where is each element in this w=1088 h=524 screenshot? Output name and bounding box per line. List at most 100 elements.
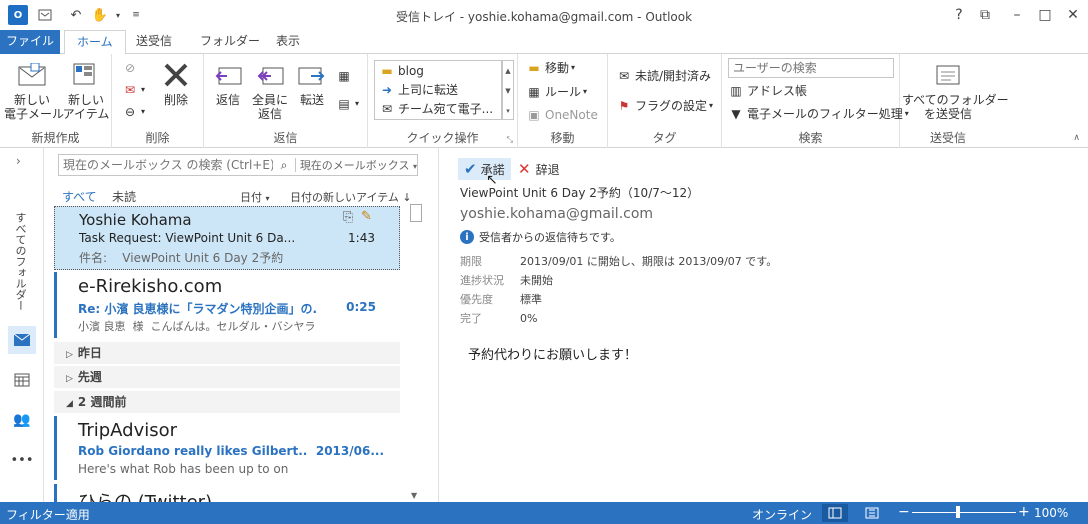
collapse-arrow-icon: ▷ — [66, 374, 73, 384]
normal-view-icon[interactable] — [822, 504, 848, 522]
scroll-thumb[interactable] — [410, 204, 422, 222]
message-preview: Here's what Rob has been up to on — [78, 462, 289, 476]
group-header-two-weeks-ago[interactable]: ◢ 2 週間前 — [54, 391, 400, 413]
rules-button[interactable]: ▦ ルール ▾ — [526, 82, 587, 102]
close-button[interactable]: ✕ — [1058, 4, 1088, 26]
zoom-slider-thumb[interactable] — [956, 506, 960, 518]
message-item[interactable]: ひらの (Twitter) — [54, 484, 400, 502]
message-subject: Re: 小濱 良恵様に「ラマダン特別企画」の... — [78, 302, 318, 316]
reading-pane: ✔ 承諾 ✕ 辞退 ↖ ViewPoint Unit 6 Day 2予約（10/7〜… — [440, 148, 1088, 502]
group-header-last-week[interactable]: ▷ 先週 — [54, 366, 400, 388]
message-item[interactable]: Yoshie Kohama ⎘ ✎ Task Request: ViewPoin… — [54, 206, 400, 270]
mail-nav-icon[interactable] — [8, 326, 36, 354]
sort-by-dropdown[interactable]: 日付 ▾ — [240, 189, 270, 205]
delete-icon — [160, 60, 192, 90]
message-list-scrollbar[interactable]: ▼ — [408, 200, 424, 500]
junk-button[interactable]: ⊖ ▾ — [122, 102, 145, 122]
tab-home[interactable]: ホーム — [64, 30, 126, 55]
message-preview: 小濱 良恵 様 こんばんは。セルダル・バシヤラ — [78, 320, 316, 333]
clean-up-button[interactable]: ✉ ▾ — [122, 80, 145, 100]
decline-button[interactable]: ✕ 辞退 — [514, 158, 564, 180]
address-book-icon: ▥ — [730, 84, 742, 98]
more-nav-icon[interactable]: ••• — [8, 446, 36, 474]
maximize-button[interactable]: □ — [1030, 4, 1060, 26]
address-book-button[interactable]: ▥ アドレス帳 — [728, 81, 807, 101]
delete-button[interactable]: 削除 — [158, 60, 194, 107]
message-item[interactable]: TripAdvisor Rob Giordano really likes Gi… — [54, 416, 400, 480]
navigation-rail: › すべてのフォルダー 👥 ••• — [0, 148, 44, 502]
info-text: 受信者からの返信待ちです。 — [479, 231, 621, 244]
tab-file[interactable]: ファイル — [0, 30, 60, 54]
quick-step-forward-boss[interactable]: ➜ 上司に転送 — [379, 80, 458, 100]
tab-send-receive[interactable]: 送受信 — [124, 30, 184, 54]
expand-folder-pane-icon[interactable]: › — [16, 154, 21, 168]
new-email-button[interactable]: 新しい 電子メール — [4, 60, 64, 121]
task-field-value: 2013/09/01 に開始し、期限は 2013/09/07 です。 — [520, 255, 778, 268]
move-button[interactable]: ▬ 移動 ▾ — [526, 58, 575, 78]
quick-step-team-email[interactable]: ✉ チーム宛て電子... — [379, 99, 493, 119]
message-item[interactable]: e-Rirekisho.com Re: 小濱 良恵様に「ラマダン特別企画」の..… — [54, 272, 400, 338]
more-respond-button[interactable]: ▤ ▾ — [336, 94, 359, 114]
scroll-down-arrow-icon[interactable]: ▼ — [411, 491, 417, 500]
mailbox-search[interactable]: ⌕ 現在のメールボックス ▾ — [58, 154, 418, 176]
search-scope-dropdown[interactable]: 現在のメールボックス ▾ — [296, 157, 417, 173]
connection-status: オンライン — [752, 508, 813, 522]
group-find: ▥アドレス帳 ▼電子メールのフィルター処理▾ 検索 — [722, 54, 909, 148]
people-nav-icon[interactable]: 👥 — [8, 406, 36, 434]
new-items-label: 新しい アイテム — [62, 93, 110, 121]
filter-icon: ▼ — [731, 107, 741, 121]
zoom-in-icon[interactable]: + — [1018, 504, 1030, 520]
filter-all[interactable]: すべて — [62, 188, 97, 205]
meeting-button[interactable]: ▦ — [336, 66, 355, 86]
reading-view-icon[interactable] — [862, 506, 882, 520]
quick-steps-scroll[interactable]: ▲ ▼ ▾ — [502, 60, 514, 120]
ribbon-display-button[interactable]: ⧉ — [970, 4, 1000, 26]
decline-x-icon: ✕ — [518, 160, 531, 178]
group-move-label: 移動 — [550, 131, 575, 145]
accept-button[interactable]: ✔ 承諾 — [458, 158, 511, 180]
group-move: ▬ 移動 ▾ ▦ ルール ▾ ▣ OneNote 移動 — [518, 54, 608, 148]
zoom-slider[interactable] — [912, 506, 1016, 518]
new-email-icon — [16, 60, 48, 90]
collapse-ribbon-icon[interactable]: ∧ — [1073, 133, 1080, 143]
task-field-value: 0% — [520, 312, 538, 325]
message-subject: Task Request: ViewPoint Unit 6 Da... — [79, 231, 296, 245]
reply-all-button[interactable]: 全員に 返信 — [250, 60, 290, 121]
move-label: 移動 — [545, 61, 570, 75]
zoom-level[interactable]: 100% — [1034, 506, 1068, 520]
quick-steps-launcher-icon[interactable]: ⤡ — [507, 135, 513, 145]
task-field-row: 期限 2013/09/01 に開始し、期限は 2013/09/07 です。 — [460, 252, 777, 271]
message-sender: Yoshie Kohama — [79, 211, 192, 229]
onenote-button[interactable]: ▣ OneNote — [526, 105, 598, 125]
send-receive-all-button[interactable]: すべてのフォルダー を送受信 — [902, 60, 1009, 121]
zoom-out-icon[interactable]: − — [898, 504, 910, 520]
search-icon[interactable]: ⌕ — [273, 158, 295, 173]
filter-email-button[interactable]: ▼ 電子メールのフィルター処理 ▾ — [728, 104, 908, 124]
follow-up-button[interactable]: ⚑ フラグの設定 ▾ — [616, 96, 713, 116]
flag-icon: ⚑ — [618, 99, 630, 113]
ignore-button[interactable]: ⊘ — [122, 58, 141, 78]
unread-read-button[interactable]: ✉ 未読/開封済み — [616, 66, 711, 86]
group-delete-label: 削除 — [145, 131, 170, 145]
sort-order-button[interactable]: 日付の新しいアイテム ↓ — [290, 189, 412, 205]
task-field-label: 完了 — [460, 312, 482, 325]
tab-view[interactable]: 表示 — [264, 30, 312, 54]
meeting-icon: ▦ — [338, 69, 350, 83]
new-items-button[interactable]: 新しい アイテム — [62, 60, 110, 121]
reply-icon — [212, 60, 244, 90]
mailbox-search-input[interactable] — [59, 158, 274, 172]
search-people-input[interactable] — [728, 58, 894, 78]
checkmark-icon: ✔ — [464, 160, 477, 178]
group-header-yesterday[interactable]: ▷ 昨日 — [54, 342, 400, 364]
follow-up-dropdown-icon: ▾ — [709, 101, 714, 110]
group-tags: ✉ 未読/開封済み ⚑ フラグの設定 ▾ タグ — [608, 54, 722, 148]
calendar-nav-icon[interactable] — [8, 366, 36, 394]
minimize-button[interactable]: – — [1002, 4, 1032, 26]
reply-button[interactable]: 返信 — [208, 60, 248, 107]
quick-step-blog[interactable]: ▬ blog — [379, 61, 424, 81]
all-folders-label[interactable]: すべてのフォルダー — [12, 212, 28, 311]
filter-unread[interactable]: 未読 — [112, 188, 136, 205]
attachment-icon: ⎘ — [343, 210, 354, 225]
tab-folder[interactable]: フォルダー — [188, 30, 272, 54]
forward-button[interactable]: 転送 — [292, 60, 332, 107]
